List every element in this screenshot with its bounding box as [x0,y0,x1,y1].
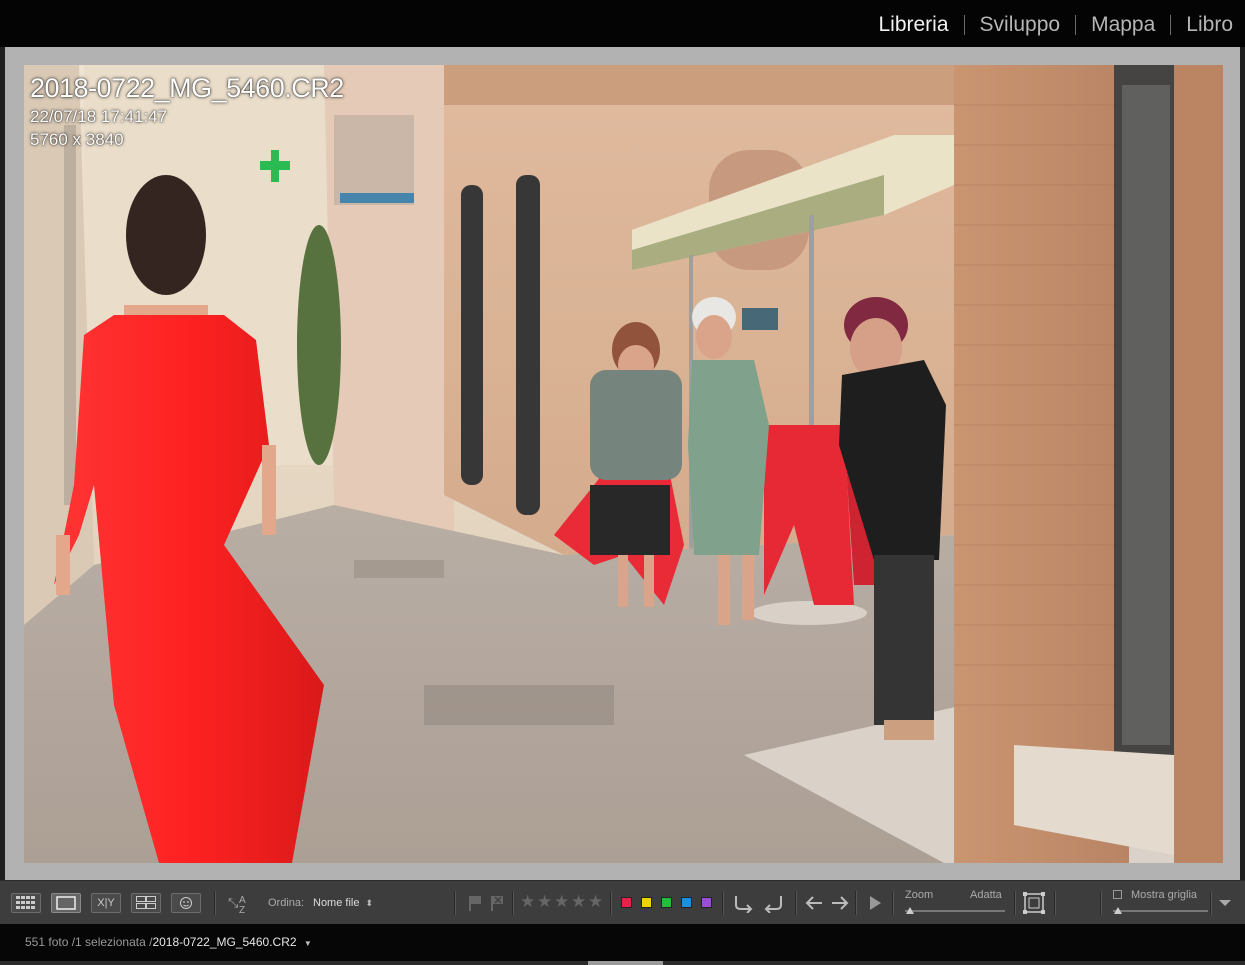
module-separator [963,15,965,35]
chevron-updown-icon: ⬍ [365,897,374,908]
overlay-dimensions: 5760 x 3840 [30,130,124,149]
color-label-blue[interactable] [681,897,692,908]
people-view-button[interactable] [171,893,201,913]
flag-pick-button[interactable] [463,891,487,915]
star-rating-3[interactable]: ★ [554,892,569,912]
rotate-right-icon [764,896,782,913]
toolbar-divider [454,891,456,915]
toolbar-divider [722,891,724,915]
people-view-icon [180,897,192,909]
color-label-green[interactable] [661,897,672,908]
sort-label: Ordina: [268,897,305,909]
filmstrip-status-bar: 551 foto /1 selezionata /2018-0722_MG_54… [0,924,1245,961]
sort-value: Nome file [313,897,360,909]
toolbar-divider [214,891,216,915]
next-photo-button[interactable] [828,891,852,915]
flag-reject-button[interactable] [485,891,509,915]
rotate-left-button[interactable] [731,891,755,915]
sort-direction-button[interactable]: ⤡ A Z [228,891,252,915]
grid-view-icon [16,896,35,909]
zoom-label: Zoom [905,889,934,901]
toolbar-divider [892,891,894,915]
sort-select[interactable]: Nome file ⬍ [313,881,373,925]
compare-view-button[interactable]: X|Y [91,893,121,913]
crop-frame-icon [1023,892,1045,914]
star-rating-5[interactable]: ★ [588,892,603,912]
star-rating-1[interactable]: ★ [520,892,535,912]
module-book[interactable]: Libro [1186,13,1233,37]
color-label-purple[interactable] [701,897,712,908]
module-library[interactable]: Libreria [878,13,948,37]
svg-text:⤡: ⤡ [228,895,239,910]
module-list: Libreria Sviluppo Mappa Libro [878,0,1233,50]
toolbar-divider [512,891,514,915]
survey-view-icon [136,896,156,909]
library-toolbar: X|Y ⤡ A Z Ordina: Nome file ⬍ ★ ★ ★ ★ ★ … [0,880,1245,925]
play-icon [870,896,881,910]
overlay-datetime: 22/07/18 17:41:47 [30,107,168,126]
chevron-down-icon [1219,900,1231,906]
status-source[interactable]: 551 foto /1 selezionata /2018-0722_MG_54… [25,935,312,949]
rotate-left-icon [735,896,753,913]
star-rating-4[interactable]: ★ [571,892,586,912]
arrow-right-icon [832,896,849,910]
reject-flag-icon [491,896,503,911]
toolbar-options-button[interactable] [1213,891,1237,915]
zoom-slider-handle[interactable] [906,907,914,914]
color-label-red[interactable] [621,897,632,908]
rotate-right-button[interactable] [762,891,786,915]
loupe-view-icon [56,896,76,910]
module-develop[interactable]: Sviluppo [980,13,1061,37]
photo-count: 551 foto /1 selezionata / [25,935,153,949]
selected-filename: 2018-0722_MG_5460.CR2 [152,935,297,949]
compare-view-icon: X|Y [97,897,115,909]
previous-photo-button[interactable] [802,891,826,915]
color-label-yellow[interactable] [641,897,652,908]
module-separator [1170,15,1172,35]
loupe-view-button[interactable] [51,893,81,913]
star-rating-2[interactable]: ★ [537,892,552,912]
module-picker-bar: Libreria Sviluppo Mappa Libro [0,0,1245,47]
show-grid-checkbox[interactable] [1113,890,1122,899]
svg-text:Z: Z [239,905,245,914]
filmstrip-scroll-indicator[interactable] [588,961,663,965]
sort-az-icon: ⤡ A Z [228,895,246,914]
overlay-filename: 2018-0722_MG_5460.CR2 [30,73,344,103]
grid-size-slider-handle[interactable] [1114,907,1122,914]
module-map[interactable]: Mappa [1091,13,1155,37]
zoom-slider[interactable] [905,910,1005,912]
zoom-value: Adatta [970,889,1002,901]
grid-size-slider[interactable] [1113,910,1208,912]
crop-overlay-button[interactable] [1022,891,1046,915]
photo-preview[interactable] [24,65,1223,863]
module-separator [1075,15,1077,35]
chevron-down-icon: ▼ [303,939,312,948]
grid-view-button[interactable] [11,893,41,913]
toolbar-divider [1054,891,1056,915]
survey-view-button[interactable] [131,893,161,913]
show-grid-label: Mostra griglia [1131,889,1198,901]
right-panel-edge[interactable] [1240,47,1245,880]
toolbar-divider [855,891,857,915]
toolbar-divider [795,891,797,915]
photo-info-overlay: 2018-0722_MG_5460.CR2 22/07/18 17:41:47 … [30,71,344,151]
flag-icon [469,896,481,911]
slideshow-button[interactable] [863,891,887,915]
toolbar-divider [1100,891,1102,915]
toolbar-divider [1210,891,1212,915]
toolbar-divider [1014,891,1016,915]
arrow-left-icon [805,896,822,910]
photo-image [24,65,1223,863]
toolbar-divider [610,891,612,915]
